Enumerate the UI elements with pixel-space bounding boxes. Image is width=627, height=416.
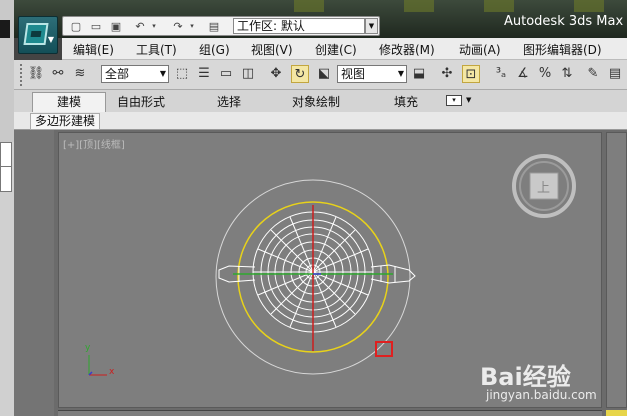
- world-axis-x-label: x: [109, 367, 115, 377]
- background-decoration: [574, 0, 604, 12]
- select-rotate-icon[interactable]: ↻: [291, 65, 309, 83]
- select-by-name-icon[interactable]: ☰: [195, 65, 213, 83]
- selection-filter-value: 全部: [105, 67, 130, 81]
- hold-icon[interactable]: ▤: [207, 20, 221, 33]
- menu-modifiers[interactable]: 修改器(M): [379, 41, 435, 58]
- right-viewport[interactable]: [606, 132, 627, 408]
- baidu-jingyan-logo: Bai经验: [480, 363, 571, 391]
- chevron-down-icon: ▼: [159, 69, 166, 78]
- menu-animation[interactable]: 动画(A): [459, 41, 501, 58]
- save-icon[interactable]: ▣: [109, 20, 123, 33]
- bottom-viewport[interactable]: [58, 410, 602, 416]
- select-scale-icon[interactable]: ⬕: [315, 65, 333, 83]
- new-file-icon[interactable]: ▢: [69, 20, 83, 33]
- viewcube[interactable]: 上: [511, 153, 577, 219]
- ribbon-minimize-icon[interactable]: ▾: [446, 95, 462, 106]
- menu-tools[interactable]: 工具(T): [136, 41, 177, 58]
- background-decoration: [404, 0, 434, 12]
- workspace-selector[interactable]: 工作区: 默认: [233, 18, 365, 34]
- active-viewport-border: [606, 410, 627, 416]
- application-menu-button[interactable]: ▼: [18, 16, 58, 54]
- ribbon-tab-modeling[interactable]: 建模: [32, 92, 107, 112]
- edit-named-selection-icon[interactable]: ✎: [584, 65, 602, 83]
- viewcube-face-label[interactable]: 上: [537, 177, 550, 196]
- reference-coordinate-dropdown[interactable]: 视图 ▼: [337, 65, 407, 83]
- chevron-down-icon: ▼: [47, 35, 54, 44]
- ribbon-tab-object-paint[interactable]: 对象绘制: [292, 93, 340, 110]
- watermark-url: jingyan.baidu.com: [486, 388, 597, 402]
- ribbon-panel: 多边形建模: [14, 112, 627, 130]
- menu-bar: 编辑(E) 工具(T) 组(G) 视图(V) 创建(C) 修改器(M) 动画(A…: [62, 38, 627, 60]
- ribbon-tab-bar: 建模 自由形式 选择 对象绘制 填充 ▾ ▼: [14, 90, 627, 112]
- ribbon-tab-populate[interactable]: 填充: [394, 93, 418, 110]
- window-edge: [0, 142, 12, 168]
- reference-coordinate-value: 视图: [341, 67, 366, 81]
- pivot-center-icon[interactable]: ⬓: [410, 65, 428, 83]
- undo-icon[interactable]: ↶: [133, 20, 147, 33]
- redo-icon[interactable]: ↷: [171, 20, 185, 33]
- select-object-icon[interactable]: ⬚: [173, 65, 191, 83]
- chevron-down-icon: ▼: [397, 69, 404, 78]
- window-crossing-icon[interactable]: ◫: [239, 65, 257, 83]
- open-folder-icon[interactable]: ▭: [89, 20, 103, 33]
- menu-create[interactable]: 创建(C): [315, 41, 357, 58]
- workspace-dropdown-icon[interactable]: ▼: [365, 18, 378, 34]
- named-selection-sets-icon[interactable]: ▤: [606, 65, 624, 83]
- rectangular-selection-icon[interactable]: ▭: [217, 65, 235, 83]
- unlink-icon[interactable]: ⚯: [49, 65, 67, 83]
- ribbon-tab-selection[interactable]: 选择: [217, 93, 241, 110]
- redo-dropdown-icon[interactable]: ▾: [185, 20, 199, 33]
- bind-space-warp-icon[interactable]: ≋: [71, 65, 89, 83]
- link-icon[interactable]: ⛓: [27, 65, 45, 83]
- select-manipulate-icon[interactable]: ✣: [438, 65, 456, 83]
- spinner-snap-icon[interactable]: ⇅: [558, 65, 576, 83]
- 3ds-max-logo-icon: [23, 23, 49, 45]
- background-decoration: [484, 0, 514, 12]
- keyboard-shortcut-override-icon[interactable]: ⊡: [462, 65, 480, 83]
- menu-group[interactable]: 组(G): [199, 41, 230, 58]
- ribbon-options-dropdown-icon[interactable]: ▼: [466, 96, 471, 104]
- menu-graph-editors[interactable]: 图形编辑器(D): [523, 41, 602, 58]
- toolbar-grip[interactable]: [20, 64, 24, 86]
- application-title: Autodesk 3ds Max 2: [504, 14, 627, 29]
- background-decoration: [294, 0, 324, 12]
- select-move-icon[interactable]: ✥: [267, 65, 285, 83]
- angle-snap-icon[interactable]: ∡: [514, 65, 532, 83]
- selection-filter-dropdown[interactable]: 全部 ▼: [101, 65, 169, 83]
- quick-access-toolbar: ▢ ▭ ▣ ↶ ▾ ↷ ▾ ▤ 工作区: 默认 ▼: [62, 16, 380, 36]
- world-axis-y-label: y: [85, 343, 91, 353]
- main-toolbar: ⛓ ⚯ ≋ 全部 ▼ ⬚ ☰ ▭ ◫ ✥ ↻ ⬕ 视图 ▼ ⬓ ✣ ⊡ ³ₐ ∡…: [14, 60, 627, 90]
- undo-dropdown-icon[interactable]: ▾: [147, 20, 161, 33]
- window-edge: [0, 166, 12, 192]
- menu-edit[interactable]: 编辑(E): [73, 41, 114, 58]
- polygon-modeling-panel-label[interactable]: 多边形建模: [30, 113, 101, 130]
- percent-snap-icon[interactable]: %: [536, 65, 554, 83]
- desktop-shadow: [0, 20, 10, 38]
- menu-views[interactable]: 视图(V): [251, 41, 293, 58]
- ribbon-tab-freeform[interactable]: 自由形式: [117, 93, 165, 110]
- left-viewport-panel: [14, 130, 54, 416]
- left-edge-strip: [0, 142, 14, 416]
- snaps-toggle-icon[interactable]: ³ₐ: [492, 65, 510, 83]
